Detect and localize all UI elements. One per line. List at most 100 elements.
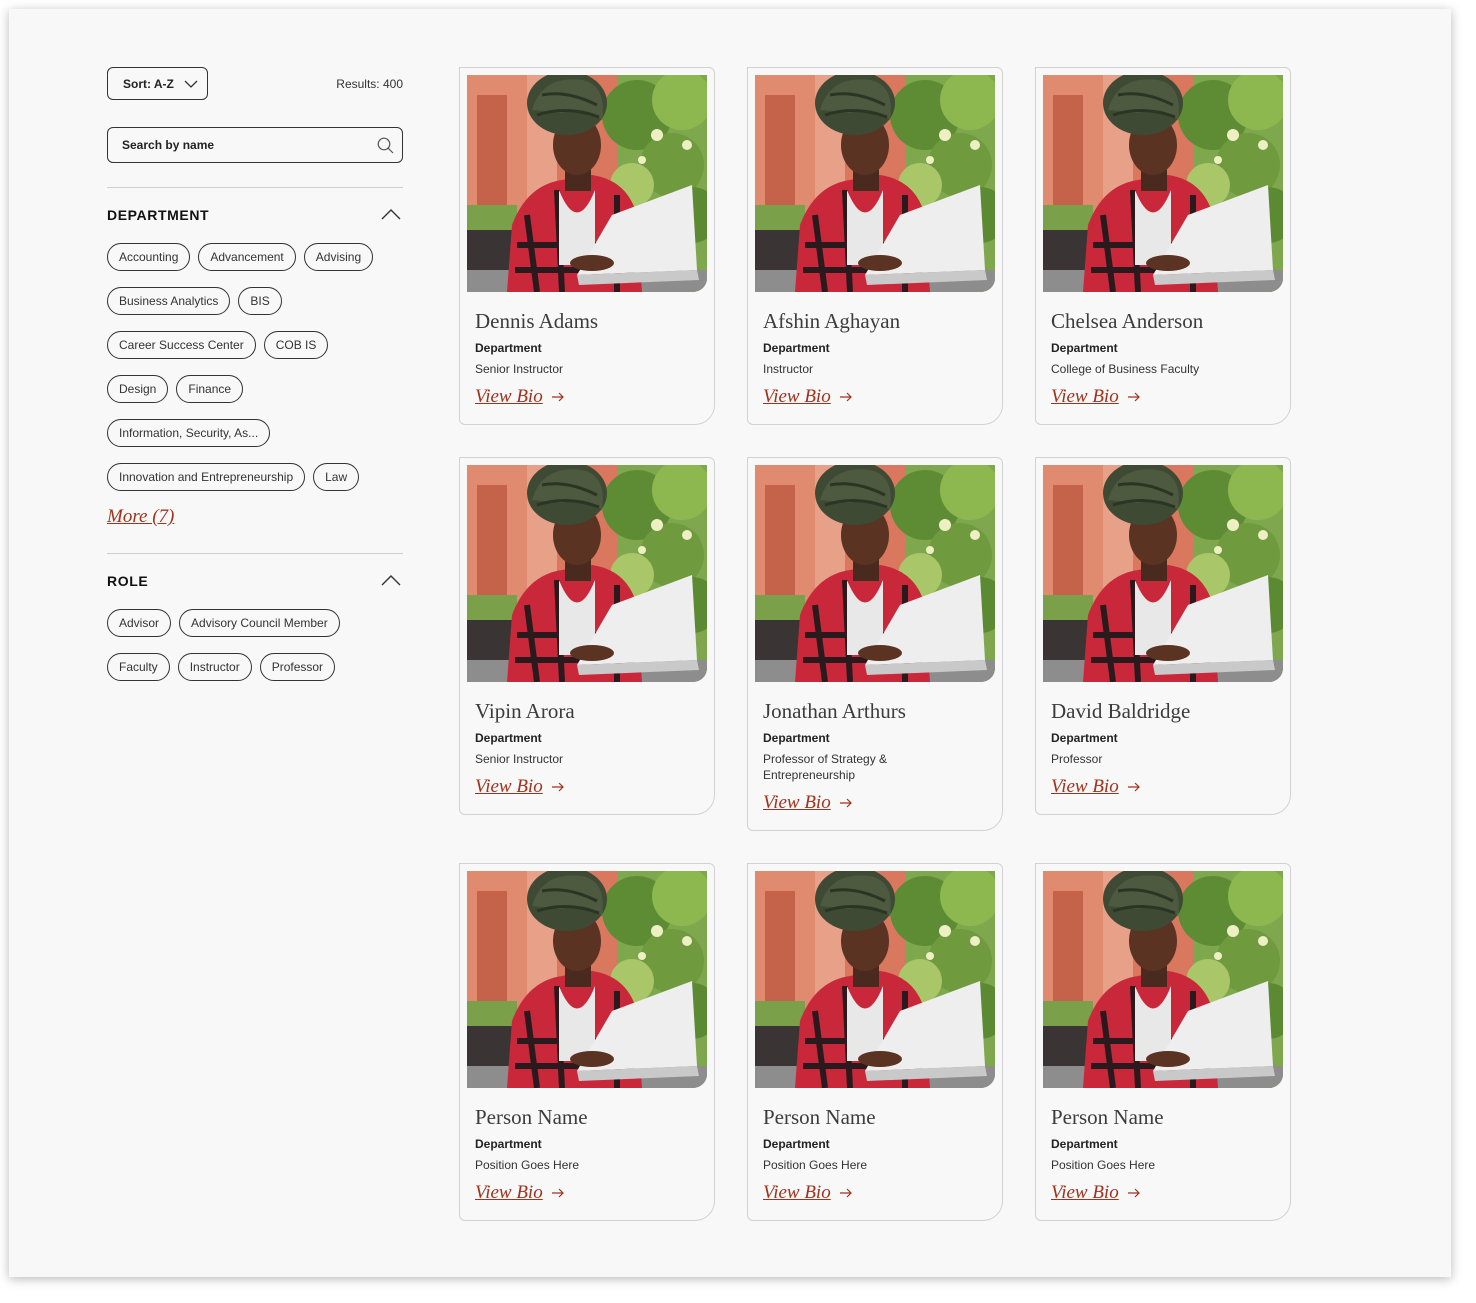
chip-row: Advisor Advisory Council Member <box>107 609 340 637</box>
person-name: Person Name <box>475 1105 588 1129</box>
arrow-right-icon <box>839 392 852 402</box>
person-photo <box>755 465 995 682</box>
filter-chip-cob-is[interactable]: COB IS <box>263 331 329 359</box>
person-photo <box>755 75 995 292</box>
search-input[interactable] <box>122 136 362 154</box>
person-position: Instructor <box>763 362 814 376</box>
person-position: Position Goes Here <box>1051 1158 1156 1172</box>
person-card[interactable]: Chelsea Anderson Department College of B… <box>1035 67 1291 425</box>
chevron-up-icon[interactable] <box>381 574 401 586</box>
filter-chip-business-analytics[interactable]: Business Analytics <box>107 287 231 315</box>
more-departments-link[interactable]: More (7) <box>107 506 174 528</box>
view-bio-link[interactable]: View Bio <box>475 776 565 798</box>
arrow-right-icon <box>551 782 564 792</box>
chevron-down-icon <box>184 80 198 88</box>
person-position: Position Goes Here <box>763 1158 868 1172</box>
divider <box>107 187 403 188</box>
person-name: Afshin Aghayan <box>763 309 901 333</box>
chevron-up-icon[interactable] <box>381 208 401 220</box>
filter-chip-advising[interactable]: Advising <box>303 243 374 271</box>
search-field[interactable] <box>107 127 403 163</box>
person-photo <box>467 75 707 292</box>
person-position: College of Business Faculty <box>1051 362 1200 376</box>
filter-chip-advisory-council-member[interactable]: Advisory Council Member <box>179 609 340 637</box>
filter-chip-advancement[interactable]: Advancement <box>198 243 296 271</box>
person-card[interactable]: Person Name Department Position Goes Her… <box>1035 863 1291 1221</box>
person-card[interactable]: Person Name Department Position Goes Her… <box>747 863 1003 1221</box>
person-position: Professor <box>1051 752 1103 766</box>
person-photo <box>755 871 995 1088</box>
person-card[interactable]: Vipin Arora Department Senior Instructor… <box>459 457 715 815</box>
view-bio-label: View Bio <box>475 776 543 797</box>
person-card[interactable]: Jonathan Arthurs Department Professor of… <box>747 457 1003 831</box>
arrow-right-icon <box>839 798 852 808</box>
view-bio-link[interactable]: View Bio <box>475 386 565 408</box>
view-bio-label: View Bio <box>475 1182 543 1203</box>
person-photo <box>467 871 707 1088</box>
arrow-right-icon <box>1127 392 1140 402</box>
person-photo <box>1043 75 1283 292</box>
divider <box>107 553 403 554</box>
filter-chip-accounting[interactable]: Accounting <box>107 243 191 271</box>
person-name: Dennis Adams <box>475 309 599 333</box>
view-bio-link[interactable]: View Bio <box>475 1182 565 1204</box>
view-bio-link[interactable]: View Bio <box>763 1182 853 1204</box>
department-label: Department <box>763 1137 830 1151</box>
filter-chip-faculty[interactable]: Faculty <box>107 653 170 681</box>
view-bio-link[interactable]: View Bio <box>1051 386 1141 408</box>
department-label: Department <box>1051 1137 1118 1151</box>
results-count: Results: 400 <box>336 77 403 91</box>
view-bio-link[interactable]: View Bio <box>1051 776 1141 798</box>
chip-row: Accounting Advancement Advising <box>107 243 374 271</box>
person-name: Person Name <box>1051 1105 1164 1129</box>
filter-chip-advisor[interactable]: Advisor <box>107 609 172 637</box>
person-photo <box>1043 871 1283 1088</box>
filter-chip-finance[interactable]: Finance <box>176 375 244 403</box>
view-bio-label: View Bio <box>1051 1182 1119 1203</box>
person-card[interactable]: Dennis Adams Department Senior Instructo… <box>459 67 715 425</box>
chip-row: Information, Security, As... <box>107 419 271 447</box>
view-bio-link[interactable]: View Bio <box>1051 1182 1141 1204</box>
person-card[interactable]: David Baldridge Department Professor Vie… <box>1035 457 1291 815</box>
view-bio-label: View Bio <box>763 386 831 407</box>
chip-row: Design Finance <box>107 375 244 403</box>
filter-chip-law[interactable]: Law <box>313 463 360 491</box>
view-bio-label: View Bio <box>1051 386 1119 407</box>
filter-chip-information-security[interactable]: Information, Security, As... <box>107 419 271 447</box>
person-name: Jonathan Arthurs <box>763 699 906 723</box>
view-bio-label: View Bio <box>1051 776 1119 797</box>
person-card[interactable]: Person Name Department Position Goes Her… <box>459 863 715 1221</box>
arrow-right-icon <box>551 1188 564 1198</box>
chip-row: Faculty Instructor Professor <box>107 653 336 681</box>
sort-label: Sort: A-Z <box>123 76 174 91</box>
department-label: Department <box>475 341 542 355</box>
department-heading: DEPARTMENT <box>107 207 210 223</box>
filter-chip-career-success-center[interactable]: Career Success Center <box>107 331 256 359</box>
person-name: Chelsea Anderson <box>1051 309 1204 333</box>
arrow-right-icon <box>1127 1188 1140 1198</box>
chip-row: Career Success Center COB IS <box>107 331 329 359</box>
department-label: Department <box>1051 731 1118 745</box>
filter-chip-design[interactable]: Design <box>107 375 169 403</box>
view-bio-link[interactable]: View Bio <box>763 792 853 814</box>
directory-page: Sort: A-Z Results: 400 DEPARTMENT Accoun… <box>9 9 1451 1277</box>
department-label: Department <box>475 1137 542 1151</box>
person-name: David Baldridge <box>1051 699 1191 723</box>
sort-dropdown[interactable]: Sort: A-Z <box>107 67 208 100</box>
person-name: Person Name <box>763 1105 876 1129</box>
chip-row: Business Analytics BIS <box>107 287 282 315</box>
arrow-right-icon <box>551 392 564 402</box>
filter-chip-instructor[interactable]: Instructor <box>177 653 252 681</box>
chip-row: Innovation and Entrepreneurship Law <box>107 463 360 491</box>
filter-chip-innovation[interactable]: Innovation and Entrepreneurship <box>107 463 306 491</box>
view-bio-label: View Bio <box>475 386 543 407</box>
view-bio-label: View Bio <box>763 1182 831 1203</box>
search-icon[interactable] <box>377 137 394 154</box>
department-label: Department <box>763 731 830 745</box>
filter-chip-professor[interactable]: Professor <box>259 653 336 681</box>
person-position: Senior Instructor <box>475 752 564 766</box>
filter-chip-bis[interactable]: BIS <box>238 287 282 315</box>
person-position: Position Goes Here <box>475 1158 580 1172</box>
view-bio-link[interactable]: View Bio <box>763 386 853 408</box>
person-card[interactable]: Afshin Aghayan Department Instructor Vie… <box>747 67 1003 425</box>
